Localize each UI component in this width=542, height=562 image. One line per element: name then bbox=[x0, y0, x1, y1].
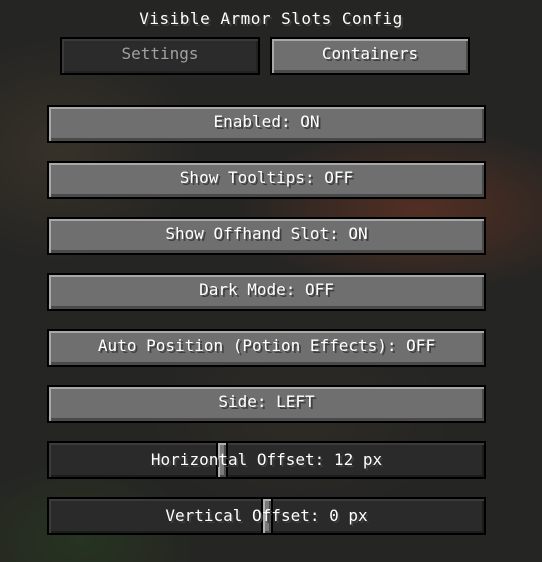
horizontal-offset-slider[interactable]: Horizontal Offset: 12 px bbox=[47, 441, 486, 479]
side-cycle-button[interactable]: Side: LEFT bbox=[47, 385, 486, 423]
screen-title: Visible Armor Slots Config bbox=[139, 9, 403, 28]
dark-mode-toggle-button[interactable]: Dark Mode: OFF bbox=[47, 273, 486, 311]
tab-containers[interactable]: Containers bbox=[270, 37, 470, 75]
vertical-offset-label: Vertical Offset: 0 px bbox=[165, 506, 368, 525]
horizontal-offset-label: Horizontal Offset: 12 px bbox=[150, 450, 383, 469]
show-tooltips-toggle-button[interactable]: Show Tooltips: OFF bbox=[47, 161, 486, 199]
auto-position-toggle-button[interactable]: Auto Position (Potion Effects): OFF bbox=[47, 329, 486, 367]
show-offhand-slot-toggle-button[interactable]: Show Offhand Slot: ON bbox=[47, 217, 486, 255]
enabled-toggle-button[interactable]: Enabled: ON bbox=[47, 105, 486, 143]
tab-settings[interactable]: Settings bbox=[60, 37, 260, 75]
vertical-offset-slider[interactable]: Vertical Offset: 0 px bbox=[47, 497, 486, 535]
